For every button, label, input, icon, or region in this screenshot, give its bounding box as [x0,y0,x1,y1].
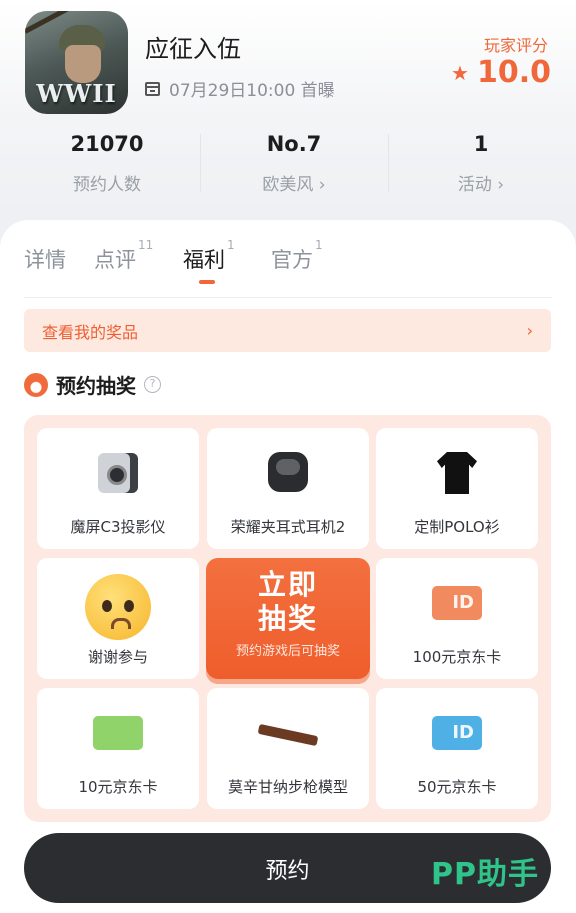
tab-details[interactable]: 详情 [24,244,66,274]
view-my-prizes-button[interactable]: 查看我的奖品 › [24,309,551,352]
help-icon[interactable]: ? [144,376,161,393]
earbuds-icon [268,452,308,492]
prize-cell: 10元京东卡 [37,688,199,809]
prize-cell: 魔屏C3投影仪 [37,428,199,549]
prize-label: 定制POLO衫 [414,518,500,536]
stat-value: 21070 [70,132,144,156]
reserve-button[interactable]: 预约 PP助手 [24,833,551,903]
prize-cell: 谢谢参与 [37,558,199,679]
draw-button-line1: 立即 [257,568,318,601]
stat-value: No.7 [266,132,322,156]
game-title: 应征入伍 [145,35,241,63]
score-label: 玩家评分 [483,36,548,55]
tab-label: 详情 [24,248,66,272]
prize-cell: 定制POLO衫 [376,428,538,549]
gift-card-icon: ID [432,586,482,620]
game-icon-text: WWII [36,79,117,108]
stat-label: 欧美风 › [262,175,326,195]
tab-official[interactable]: 官方1 [271,238,323,274]
prize-label: 莫辛甘纳步枪模型 [227,778,348,796]
projector-icon [98,453,138,493]
prize-label: 谢谢参与 [87,648,148,666]
gift-card-icon [93,716,143,750]
divider [24,297,552,298]
prize-label: 50元京东卡 [417,778,497,796]
tab-label: 官方 [271,248,313,272]
tab-count: 1 [315,238,323,252]
tab-count: 11 [138,238,154,252]
stat-label: 活动 › [457,175,505,195]
gift-card-icon: ID [432,716,482,750]
prize-cell: ID 100元京东卡 [376,558,538,679]
lottery-icon [24,372,48,397]
tab-reviews[interactable]: 点评11 [94,238,153,274]
prize-cell: 莫辛甘纳步枪模型 [207,688,369,809]
prize-label: 100元京东卡 [412,648,502,666]
score-value: 10.0 [476,55,551,90]
prize-label: 10元京东卡 [78,778,158,796]
sad-emoji-icon [85,574,151,640]
chevron-right-icon: › [526,321,533,340]
polo-shirt-icon [437,452,477,494]
prize-cell: ID 50元京东卡 [376,688,538,809]
stats-row: 21070 预约人数 No.7 欧美风 › 1 活动 › [0,132,576,196]
calendar-icon [145,81,160,96]
prize-cell: 荣耀夹耳式耳机2 [207,428,369,549]
tab-benefits[interactable]: 福利1 [183,238,235,274]
stat-label: 预约人数 [73,175,141,195]
draw-button-line2: 抽奖 [257,602,318,635]
stat-reservations: 21070 预约人数 [12,132,202,195]
prize-label: 荣耀夹耳式耳机2 [230,518,346,536]
draw-button-note: 预约游戏后可抽奖 [235,644,340,659]
soldier-face-graphic [65,45,101,83]
view-my-prizes-label: 查看我的奖品 [42,322,139,342]
tab-bar: 详情 点评11 福利1 官方1 [0,220,576,298]
content-card: 详情 点评11 福利1 官方1 查看我的奖品 › 预约抽奖 ? 魔屏C3投影仪 … [0,220,576,913]
section-title: 预约抽奖 [56,374,136,398]
lottery-section-header: 预约抽奖 ? [24,370,161,399]
release-date-row: 07月29日10:00 首曝 [145,76,335,101]
stat-activities[interactable]: 1 活动 › [386,132,576,195]
stat-value: 1 [473,132,489,156]
active-tab-indicator [199,280,215,284]
tab-label: 福利 [183,248,225,272]
prize-label: 魔屏C3投影仪 [70,518,166,536]
rifle-icon [257,723,319,747]
release-date-text: 07月29日10:00 首曝 [169,81,335,101]
game-icon: WWII [25,11,128,114]
star-icon: ★ [451,60,469,85]
tab-label: 点评 [94,248,136,272]
pp-assistant-logo: PP助手 [431,857,539,892]
tab-count: 1 [227,238,235,252]
score-row: ★ 10.0 [451,55,551,90]
stat-ranking[interactable]: No.7 欧美风 › [199,132,389,195]
draw-lottery-button[interactable]: 立即 抽奖 预约游戏后可抽奖 [206,558,370,679]
